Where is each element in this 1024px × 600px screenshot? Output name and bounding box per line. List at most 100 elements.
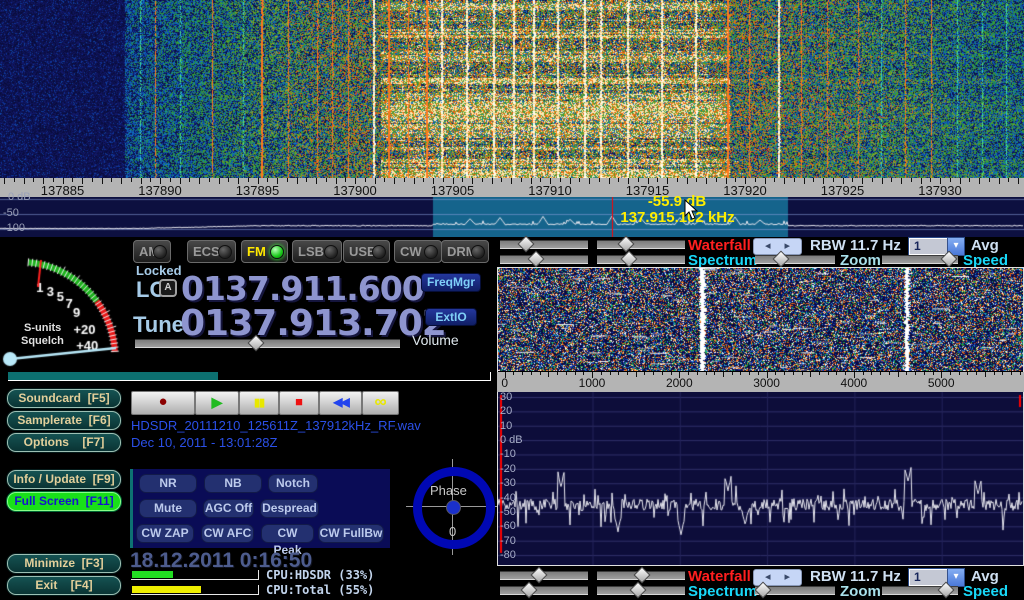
cw-fullbw-button[interactable]: CW FullBw bbox=[318, 524, 384, 543]
volume-slider[interactable] bbox=[135, 339, 400, 348]
mouse-cursor bbox=[684, 199, 698, 220]
mode-button-cw[interactable]: CW bbox=[394, 240, 442, 263]
spectrum-brightness-slider[interactable] bbox=[597, 255, 685, 264]
frequency-tick-label: 0 bbox=[470, 376, 540, 390]
stop-button[interactable]: ■ bbox=[279, 391, 319, 415]
waterfall-contrast-slider[interactable] bbox=[500, 571, 588, 580]
spectrum-contrast-slider-thumb[interactable] bbox=[521, 582, 538, 599]
mode-button-usb[interactable]: USB bbox=[343, 240, 390, 263]
scroll-right-icon[interactable]: ▸ bbox=[785, 240, 791, 252]
speed-slider[interactable] bbox=[882, 586, 958, 595]
scroll-right-icon[interactable]: ▸ bbox=[785, 571, 791, 583]
frequency-tick bbox=[511, 178, 512, 184]
minimize-button[interactable]: Minimize [F3] bbox=[7, 554, 121, 573]
exit-button[interactable]: Exit [F4] bbox=[7, 576, 121, 595]
spectrum-contrast-slider[interactable] bbox=[500, 586, 588, 595]
chevron-down-icon[interactable]: ▾ bbox=[947, 569, 964, 586]
frequency-tick-label: 5000 bbox=[906, 376, 976, 390]
mute-button[interactable]: Mute bbox=[139, 499, 197, 518]
waterfall-brightness-slider[interactable] bbox=[597, 571, 685, 580]
zoom-label: Zoom bbox=[840, 584, 881, 599]
mode-button-ecss[interactable]: ECSS bbox=[187, 240, 236, 263]
cw-peak-button[interactable]: CW Peak bbox=[261, 524, 314, 543]
record-button[interactable]: ● bbox=[131, 391, 195, 415]
frequency-tick bbox=[345, 178, 346, 182]
waterfall-contrast-slider[interactable] bbox=[500, 240, 588, 249]
frequency-tick bbox=[911, 178, 912, 182]
frequency-tick bbox=[306, 178, 307, 182]
phase-center-dot bbox=[446, 500, 461, 515]
waterfall-brightness-slider-thumb[interactable] bbox=[618, 236, 635, 253]
frequency-tick bbox=[384, 178, 385, 182]
tune-frequency-display[interactable]: 0137.913.702 bbox=[180, 303, 446, 344]
despread-button[interactable]: Despread bbox=[260, 499, 319, 518]
spectrum-brightness-slider-thumb[interactable] bbox=[621, 251, 638, 268]
samplerate-button[interactable]: Samplerate [F6] bbox=[7, 411, 121, 430]
zoom-db-label: -40 bbox=[500, 492, 516, 504]
soundcard-button[interactable]: Soundcard [F5] bbox=[7, 389, 121, 408]
mode-label: LSB bbox=[298, 244, 324, 259]
pause-button[interactable]: ▮▮ bbox=[239, 391, 279, 415]
waterfall-contrast-slider-thumb[interactable] bbox=[518, 236, 535, 253]
spectrum-brightness-slider-thumb[interactable] bbox=[630, 582, 647, 599]
zoom-waterfall-display[interactable] bbox=[498, 268, 1023, 371]
info-update-button[interactable]: Info / Update [F9] bbox=[7, 470, 121, 489]
frequency-tick bbox=[610, 372, 611, 375]
frequency-tick bbox=[482, 178, 483, 182]
zoom-spectrum-display[interactable] bbox=[498, 392, 1023, 565]
s-meter-gauge[interactable] bbox=[0, 240, 130, 370]
zoom-slider[interactable] bbox=[755, 586, 835, 595]
scroll-left-icon[interactable]: ◂ bbox=[765, 571, 771, 583]
spectrum-contrast-slider-thumb[interactable] bbox=[528, 251, 545, 268]
zoom-frequency-scale[interactable]: 010002000300040005000 bbox=[497, 372, 1024, 392]
cpu-total-text: CPU:Total (55%) bbox=[266, 583, 374, 597]
waterfall-brightness-slider[interactable] bbox=[597, 240, 685, 249]
rewind-button[interactable]: ◀◀ bbox=[319, 391, 362, 415]
zoom-slider[interactable] bbox=[755, 255, 835, 264]
avg-dropdown[interactable]: 1▾ bbox=[908, 237, 965, 256]
spectrum-brightness-slider[interactable] bbox=[597, 586, 685, 595]
zoom-db-label: -60 bbox=[500, 520, 516, 532]
frequency-tick bbox=[802, 372, 803, 375]
spectrum-contrast-slider[interactable] bbox=[500, 255, 588, 264]
extio-button[interactable]: ExtIO bbox=[425, 308, 477, 326]
dsp-panel: NR NB Notch Mute AGC Off Despread CW ZAP… bbox=[130, 469, 390, 548]
main-spectrum-display[interactable] bbox=[0, 197, 1024, 237]
frequency-tick-label: 2000 bbox=[644, 376, 714, 390]
mode-led-icon bbox=[218, 245, 232, 259]
frequency-tick bbox=[636, 372, 637, 377]
notch-button[interactable]: Notch bbox=[268, 474, 318, 493]
freqmgr-button[interactable]: FreqMgr bbox=[421, 273, 481, 292]
cw-zap-button[interactable]: CW ZAP bbox=[136, 524, 194, 543]
waterfall-brightness-slider-thumb[interactable] bbox=[634, 567, 651, 584]
scroll-left-icon[interactable]: ◂ bbox=[765, 240, 771, 252]
mode-button-am[interactable]: AM bbox=[133, 240, 171, 263]
frequency-tick bbox=[72, 178, 73, 182]
nb-button[interactable]: NB bbox=[204, 474, 262, 493]
frequency-tick bbox=[1002, 372, 1003, 375]
agc-button[interactable]: AGC Off bbox=[203, 499, 254, 518]
main-waterfall-display[interactable] bbox=[0, 0, 1024, 178]
record-icon: ● bbox=[158, 393, 167, 410]
mode-button-lsb[interactable]: LSB bbox=[292, 240, 342, 263]
full-screen-button[interactable]: Full Screen [F11] bbox=[7, 492, 121, 511]
nr-button[interactable]: NR bbox=[139, 474, 197, 493]
lo-auto-badge[interactable]: A bbox=[159, 279, 177, 297]
mode-button-fm[interactable]: FM bbox=[241, 240, 288, 263]
options-button[interactable]: Options [F7] bbox=[7, 433, 121, 452]
frequency-tick bbox=[989, 178, 990, 182]
frequency-tick bbox=[836, 372, 837, 375]
frequency-tick bbox=[774, 178, 775, 182]
frequency-tick-label: 3000 bbox=[732, 376, 802, 390]
speed-slider[interactable] bbox=[882, 255, 958, 264]
frequency-tick bbox=[557, 372, 558, 375]
waterfall-contrast-slider-thumb[interactable] bbox=[531, 567, 548, 584]
squelch-level-track[interactable] bbox=[8, 372, 491, 381]
cw-afc-button[interactable]: CW AFC bbox=[201, 524, 254, 543]
zoom-db-label: -70 bbox=[500, 535, 516, 547]
loop-button[interactable]: ∞ bbox=[362, 391, 399, 415]
avg-dropdown[interactable]: 1▾ bbox=[908, 568, 965, 587]
mode-button-drm[interactable]: DRM bbox=[441, 240, 489, 263]
panel-border bbox=[497, 565, 1024, 566]
play-button[interactable]: ▶ bbox=[195, 391, 239, 415]
